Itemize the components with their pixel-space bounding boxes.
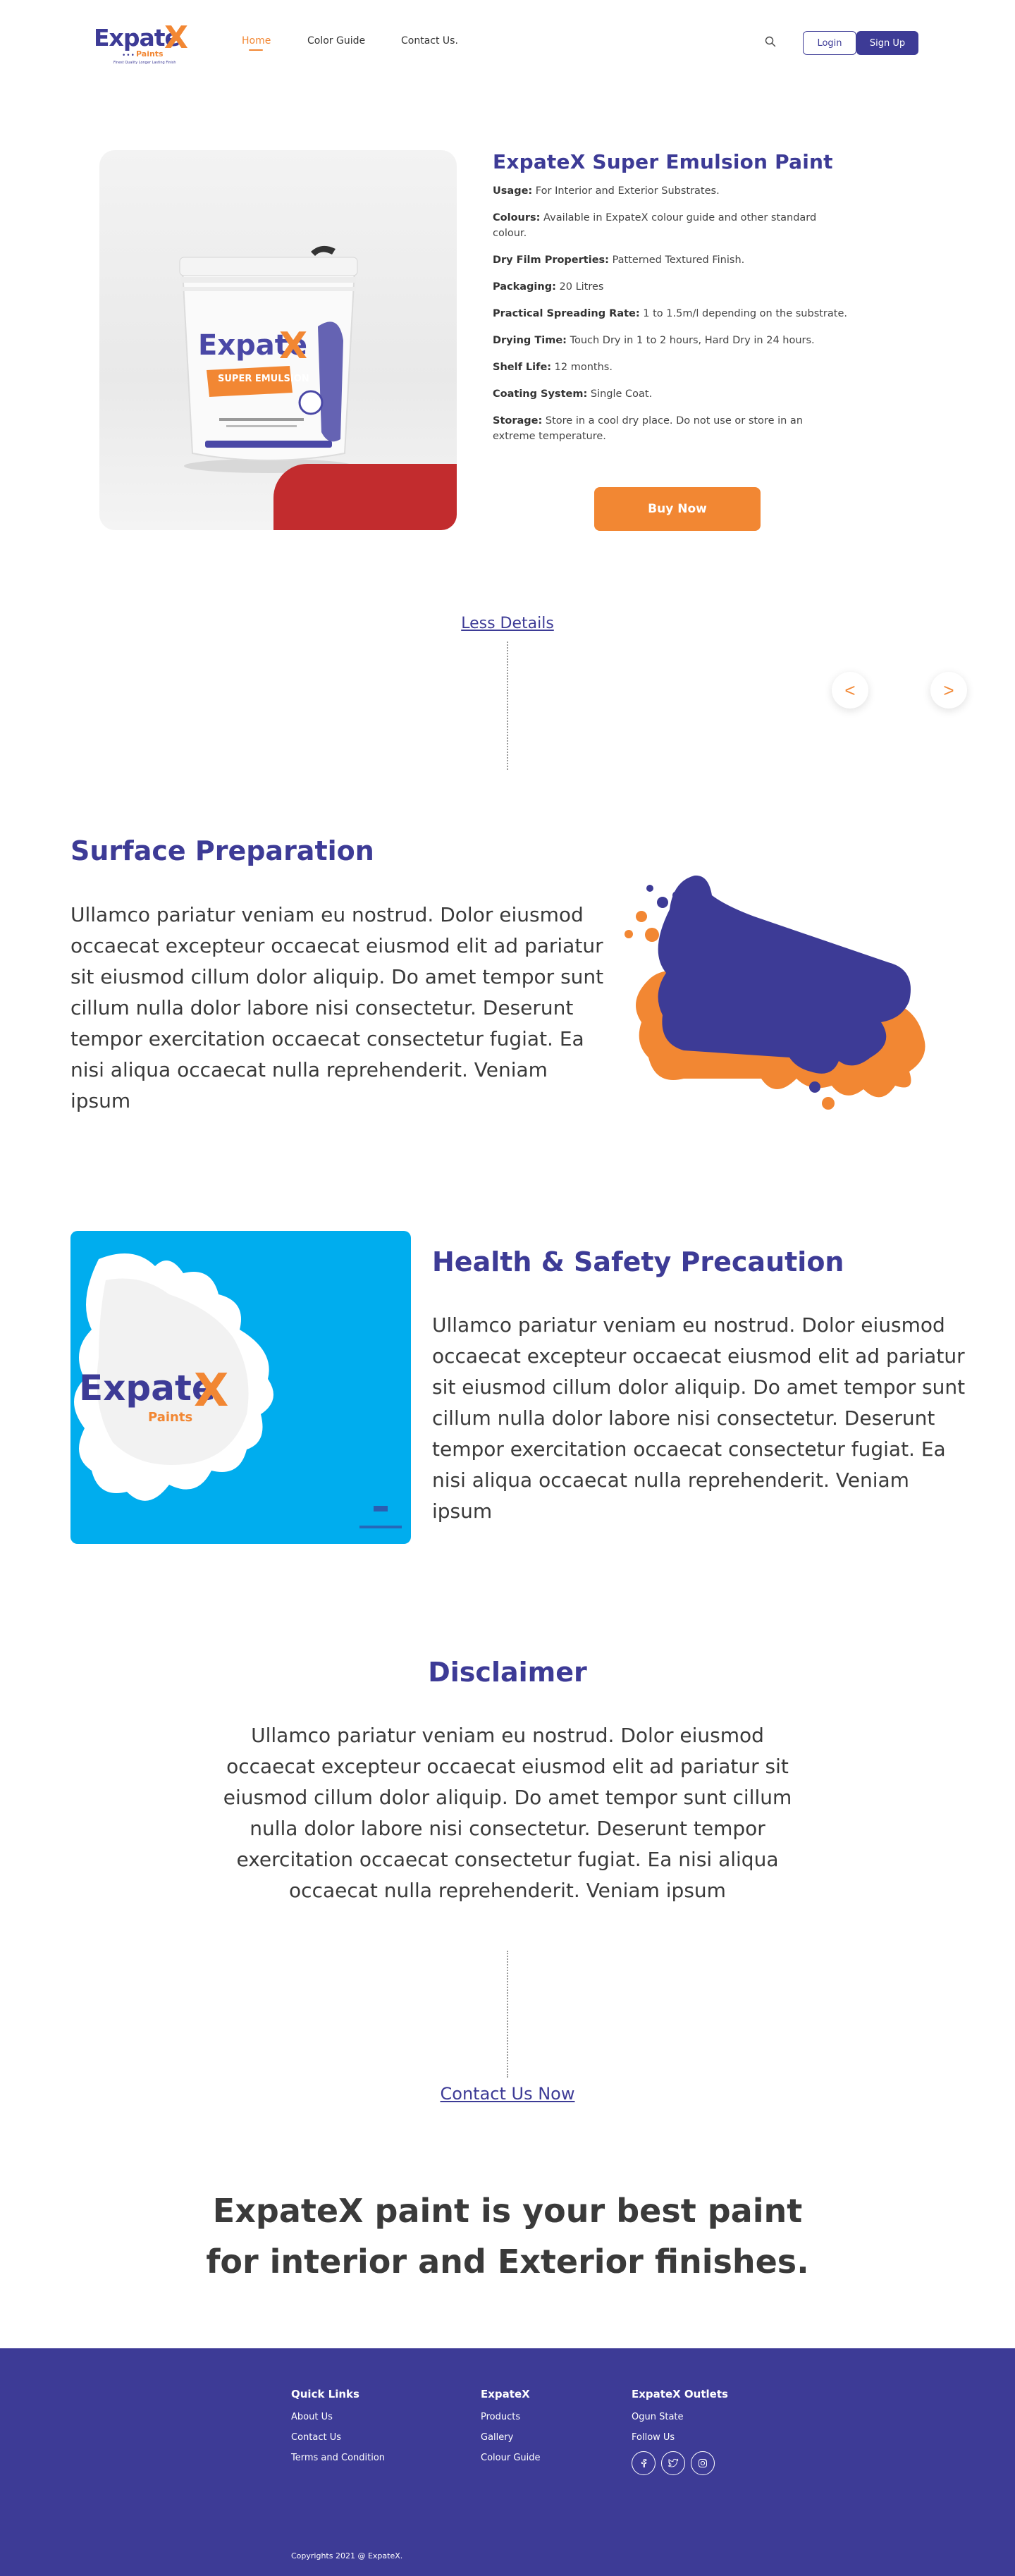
spec-label: Shelf Life: [493,362,552,373]
footer-link-ogun-state[interactable]: Ogun State [632,2412,728,2422]
closing-tagline: ExpateX paint is your best paint for int… [0,2185,1015,2287]
spec-usage: Usage: For Interior and Exterior Substra… [493,183,845,199]
copyright-text: Copyrights 2021 @ ExpateX. [291,2551,403,2560]
contact-us-now-link[interactable]: Contact Us Now [0,2084,1015,2104]
footer-link-terms[interactable]: Terms and Condition [291,2453,385,2463]
spec-label: Practical Spreading Rate: [493,308,640,319]
tagline-text: ExpateX paint is your best paint for int… [206,2192,809,2281]
footer-quick-links: Quick Links About Us Contact Us Terms an… [291,2388,385,2473]
signup-button[interactable]: Sign Up [856,31,918,55]
dotted-divider [507,1951,508,2078]
footer-link-contact[interactable]: Contact Us [291,2432,385,2443]
footer-heading: Quick Links [291,2388,359,2400]
spec-coating-system: Coating System: Single Coat. [493,386,845,402]
spec-storage: Storage: Store in a cool dry place. Do n… [493,413,845,444]
health-logo-x: X [194,1365,228,1417]
product-title: ExpateX Super Emulsion Paint [493,150,833,173]
spec-label: Usage: [493,185,533,197]
health-safety-title: Health & Safety Precaution [432,1246,844,1277]
spec-shelf-life: Shelf Life: 12 months. [493,360,845,375]
spec-value: 12 months. [551,362,613,373]
site-header: Expate X ••• Paints Finest Quality Longe… [0,0,1015,85]
spec-label: Colours: [493,212,541,223]
chevron-right-icon: > [943,679,954,701]
footer-link-about[interactable]: About Us [291,2412,385,2422]
bucket-label-text: SUPER EMULSION [218,374,309,384]
instagram-icon[interactable] [691,2451,715,2475]
disclaimer-text: Ullamco pariatur veniam eu nostrud. Dolo… [223,1724,792,1902]
prev-arrow-button[interactable]: < [832,672,868,709]
spec-spreading-rate: Practical Spreading Rate: 1 to 1.5m/l de… [493,306,887,321]
dotted-divider [507,642,508,770]
spec-label: Packaging: [493,281,556,293]
surface-preparation-text: Ullamco pariatur veniam eu nostrud. Dolo… [70,903,604,1112]
spec-drying-time: Drying Time: Touch Dry in 1 to 2 hours, … [493,333,887,348]
spec-value: Patterned Textured Finish. [608,254,745,266]
product-image: Expate X SUPER EMULSION [99,150,457,530]
health-logo-sub: Paints [148,1410,192,1425]
next-arrow-button[interactable]: > [930,672,967,709]
buy-now-button[interactable]: Buy Now [594,487,761,531]
login-button[interactable]: Login [803,31,856,55]
spec-label: Storage: [493,415,543,427]
product-details: ExpateX Super Emulsion Paint Usage: For … [493,150,887,455]
surface-preparation-title: Surface Preparation [70,835,374,866]
health-safety-image: Expate X Paints [70,1231,411,1544]
spec-label: Dry Film Properties: [493,254,609,266]
health-safety-text: Ullamco pariatur veniam eu nostrud. Dolo… [432,1313,966,1523]
nav-home[interactable]: Home [242,35,271,51]
logo-tagline: Finest Quality Longer Lasting Finish [113,61,176,65]
brand-logo[interactable]: Expate X ••• Paints Finest Quality Longe… [94,20,199,65]
spec-label: Drying Time: [493,335,567,346]
less-details-link[interactable]: Less Details [0,615,1015,632]
spec-dry-film: Dry Film Properties: Patterned Textured … [493,252,845,268]
logo-subtitle: Paints [136,49,164,59]
footer-expatex: ExpateX Products Gallery Colour Guide [481,2388,541,2473]
spec-colours: Colours: Available in ExpateX colour gui… [493,210,845,241]
site-footer: Quick Links About Us Contact Us Terms an… [0,2348,1015,2576]
footer-link-gallery[interactable]: Gallery [481,2432,541,2443]
footer-heading: ExpateX Outlets [632,2388,728,2400]
nav-color-guide[interactable]: Color Guide [307,35,365,47]
logo-dots: ••• [122,52,135,59]
logo-x-mark: X [164,20,188,56]
spec-value: Touch Dry in 1 to 2 hours, Hard Dry in 2… [566,335,815,346]
chevron-left-icon: < [844,679,856,701]
spec-value: Available in ExpateX colour guide and ot… [493,212,817,239]
spec-value: For Interior and Exterior Substrates. [532,185,720,197]
spec-value: 20 Litres [555,281,604,293]
footer-link-products[interactable]: Products [481,2412,541,2422]
search-icon[interactable] [765,36,776,47]
nav-contact-us[interactable]: Contact Us. [401,35,458,47]
footer-link-colour-guide[interactable]: Colour Guide [481,2453,541,2463]
social-links [632,2451,728,2475]
paint-bucket-image: Expate X SUPER EMULSION [179,245,358,473]
twitter-icon[interactable] [661,2451,685,2475]
bucket-x-mark: X [279,325,307,367]
spec-label: Coating System: [493,388,588,400]
disclaimer-title: Disclaimer [428,1657,587,1688]
torn-paper-logo-illustration: Expate X Paints [74,1253,402,1528]
facebook-icon[interactable] [632,2451,656,2475]
spec-packaging: Packaging: 20 Litres [493,279,845,295]
footer-follow-us: Follow Us [632,2432,675,2443]
paint-splash-illustration [625,875,925,1110]
footer-outlets: ExpateX Outlets Ogun State Follow Us [632,2388,728,2475]
product-accent-shape [273,464,457,530]
spec-value: 1 to 1.5m/l depending on the substrate. [639,308,847,319]
footer-heading: ExpateX [481,2388,530,2400]
spec-value: Single Coat. [587,388,653,400]
